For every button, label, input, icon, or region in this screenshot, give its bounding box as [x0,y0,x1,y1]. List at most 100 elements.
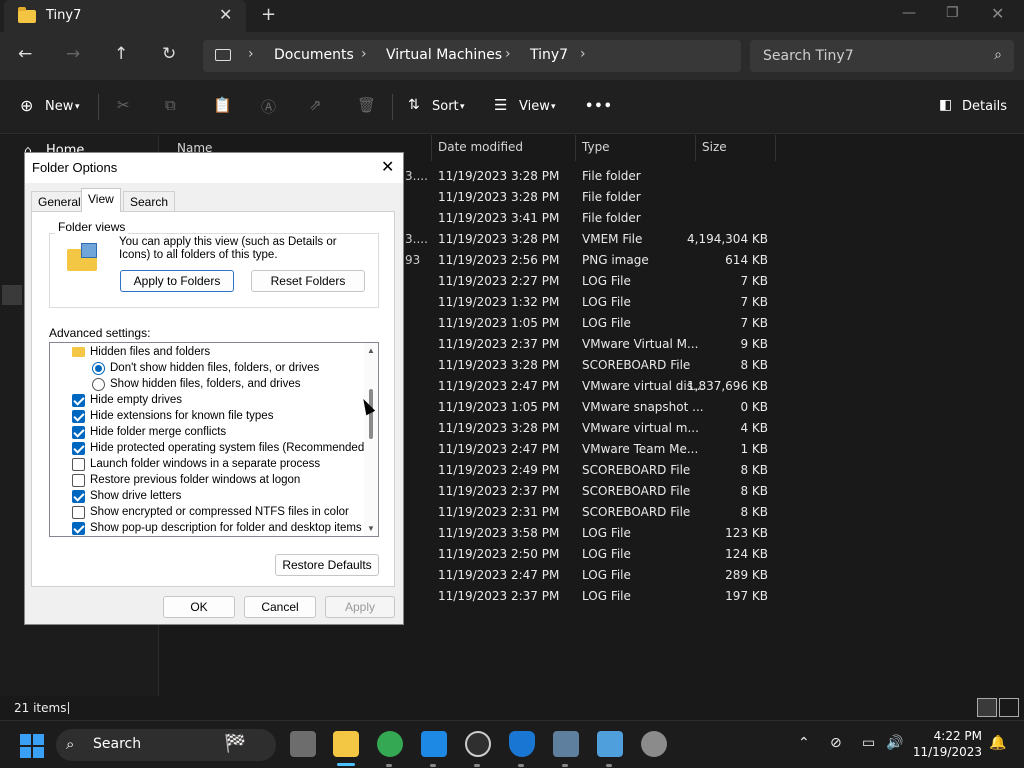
up-arrow-icon[interactable]: ↑ [114,44,128,64]
app-icon[interactable] [641,731,667,757]
size-cell: 4,194,304 KB [687,232,768,246]
date-cell: 11/19/2023 3:28 PM [438,358,560,372]
display-icon[interactable]: ▭ [862,735,875,751]
date-cell: 11/19/2023 1:05 PM [438,316,560,330]
clock[interactable]: 4:22 PM 11/19/2023 [910,728,982,760]
address-bar[interactable]: › Documents › Virtual Machines › Tiny7 › [203,40,741,72]
obs-icon[interactable] [465,731,491,757]
item-count: 21 items [14,701,67,715]
type-cell: File folder [582,211,641,225]
date-cell: 11/19/2023 2:27 PM [438,274,560,288]
delete-icon[interactable]: 🗑 [357,96,376,114]
radio-button[interactable] [92,378,105,391]
sort-button[interactable]: Sort [432,99,459,114]
setting-label: Launch folder windows in a separate proc… [90,458,321,470]
more-options-icon[interactable]: ••• [585,99,613,114]
navigation-bar: ← → ↑ ↻ › Documents › Virtual Machines ›… [0,32,1024,80]
column-header-date[interactable]: Date modified [438,140,523,154]
refresh-icon[interactable]: ↻ [162,44,176,64]
back-arrow-icon[interactable]: ← [18,44,32,64]
date-cell: 11/19/2023 1:32 PM [438,295,560,309]
tab-general[interactable]: General [31,191,88,211]
tab-search[interactable]: Search [123,191,176,211]
checkbox[interactable] [72,426,85,439]
checkbox[interactable] [72,410,85,423]
column-header-type[interactable]: Type [582,140,610,154]
checkbox[interactable] [72,394,85,407]
tiles-view-icon[interactable] [999,698,1019,717]
close-tab-icon[interactable]: ✕ [219,5,232,24]
scrollbar-thumb[interactable] [369,389,373,439]
date-cell: 11/19/2023 2:47 PM [438,442,560,456]
view-button[interactable]: View [519,99,550,114]
type-cell: LOG File [582,316,631,330]
checkbox[interactable] [72,522,85,535]
windows-start-icon[interactable] [20,734,44,758]
chevron-right-icon[interactable]: › [361,46,367,62]
column-header-size[interactable]: Size [702,140,727,154]
cut-icon[interactable]: ✂ [117,96,130,114]
date-cell: 11/19/2023 2:37 PM [438,337,560,351]
paste-icon[interactable]: 📋 [213,96,232,114]
scroll-up-icon[interactable]: ▲ [367,346,375,355]
minimize-icon[interactable]: — [902,5,916,21]
forward-arrow-icon[interactable]: → [66,44,80,64]
search-box[interactable]: Search Tiny7 ⌕ [750,40,1014,72]
reset-folders-button[interactable]: Reset Folders [251,270,365,292]
remote-desktop-icon[interactable] [597,731,623,757]
running-indicator [430,764,436,767]
network-icon[interactable]: ⊘ [830,735,842,751]
scrollbar[interactable]: ▲ ▼ [364,343,378,536]
cancel-button[interactable]: Cancel [244,596,316,618]
notification-bell-icon[interactable]: 🔔 [989,735,1006,751]
plus-icon[interactable]: + [261,4,276,25]
chevron-up-icon[interactable]: ⌃ [798,735,810,751]
chevron-right-icon[interactable]: › [505,46,511,62]
volume-icon[interactable]: 🔊 [886,735,903,751]
search-placeholder: Search Tiny7 [763,48,854,64]
checkbox[interactable] [72,458,85,471]
ok-button[interactable]: OK [163,596,235,618]
type-cell: SCOREBOARD File [582,484,691,498]
terminal-icon[interactable] [553,731,579,757]
apply-button[interactable]: Apply [325,596,395,618]
breadcrumb-tiny7[interactable]: Tiny7 [530,47,568,63]
restore-defaults-button[interactable]: Restore Defaults [275,554,379,576]
type-cell: VMware Virtual M... [582,337,699,351]
copy-icon[interactable]: ⧉ [165,96,176,114]
breadcrumb-virtual-machines[interactable]: Virtual Machines [386,47,502,63]
tab-view[interactable]: View [81,188,121,212]
details-button[interactable]: Details [962,99,1007,114]
type-cell: VMware Team Me... [582,442,699,456]
radio-button[interactable] [92,362,105,375]
details-view-icon[interactable] [977,698,997,717]
file-explorer-icon[interactable] [333,731,359,757]
chrome-icon[interactable] [377,731,403,757]
security-shield-icon[interactable] [509,731,535,757]
apply-to-folders-button[interactable]: Apply to Folders [120,270,234,292]
vmware-icon[interactable] [421,731,447,757]
advanced-settings-list[interactable]: Hidden files and folders Don't show hidde… [49,342,379,537]
taskbar-search[interactable]: ⌕ Search 🏁 [56,729,276,761]
checkbox[interactable] [72,490,85,503]
command-bar: ⊕ New ▾ ✂ ⧉ 📋 Ⓐ ⇗ 🗑 ⇅ Sort ▾ ☰ View ▾ ••… [0,80,1024,134]
scroll-down-icon[interactable]: ▼ [367,524,375,533]
maximize-icon[interactable]: ❐ [946,5,959,21]
close-icon[interactable]: ✕ [381,157,394,177]
folder-icon [18,7,36,23]
explorer-tab[interactable]: Tiny7 ✕ [4,0,246,32]
share-icon[interactable]: ⇗ [309,96,322,114]
folder-options-dialog: Folder Options ✕ General View Search Fol… [24,152,404,625]
rename-icon[interactable]: Ⓐ [261,96,276,117]
new-button[interactable]: New [45,99,73,114]
task-view-icon[interactable] [290,731,316,757]
checkbox[interactable] [72,442,85,455]
date-cell: 11/19/2023 2:56 PM [438,253,560,267]
window-close-icon[interactable]: ✕ [991,4,1004,23]
chevron-right-icon[interactable]: › [248,46,254,62]
size-cell: 8 KB [740,358,768,372]
checkbox[interactable] [72,474,85,487]
breadcrumb-documents[interactable]: Documents [274,47,354,63]
chevron-right-icon[interactable]: › [580,46,586,62]
checkbox[interactable] [72,506,85,519]
